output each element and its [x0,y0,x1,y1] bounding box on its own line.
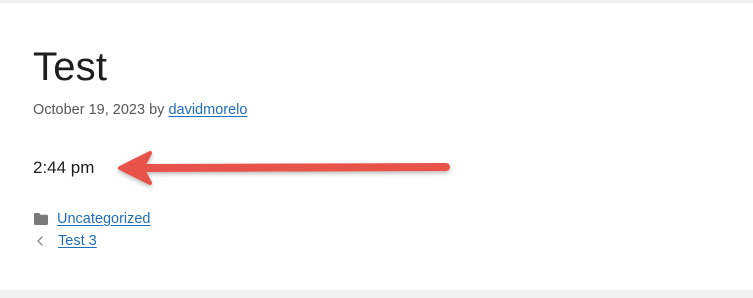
previous-post-link[interactable]: Test 3 [58,232,97,250]
post-card: Test October 19, 2023 by davidmorelo 2:4… [0,0,753,290]
author-link[interactable]: davidmorelo [168,102,247,118]
folder-icon [34,213,48,225]
post-date: October 19, 2023 [33,102,146,118]
post-navigation: Test 3 [33,232,97,250]
page-bottom-divider [0,290,753,298]
post-title: Test [33,45,108,89]
post-content: 2:44 pm [33,158,95,177]
arrow-left-icon [118,151,450,185]
category-link[interactable]: Uncategorized [57,210,151,228]
post-categories: Uncategorized [33,210,151,228]
page: Test October 19, 2023 by davidmorelo 2:4… [0,0,753,298]
chevron-left-icon [37,236,43,246]
post-meta: October 19, 2023 by davidmorelo [33,101,247,119]
header-divider [0,0,753,3]
post-by-label: by [149,102,165,118]
